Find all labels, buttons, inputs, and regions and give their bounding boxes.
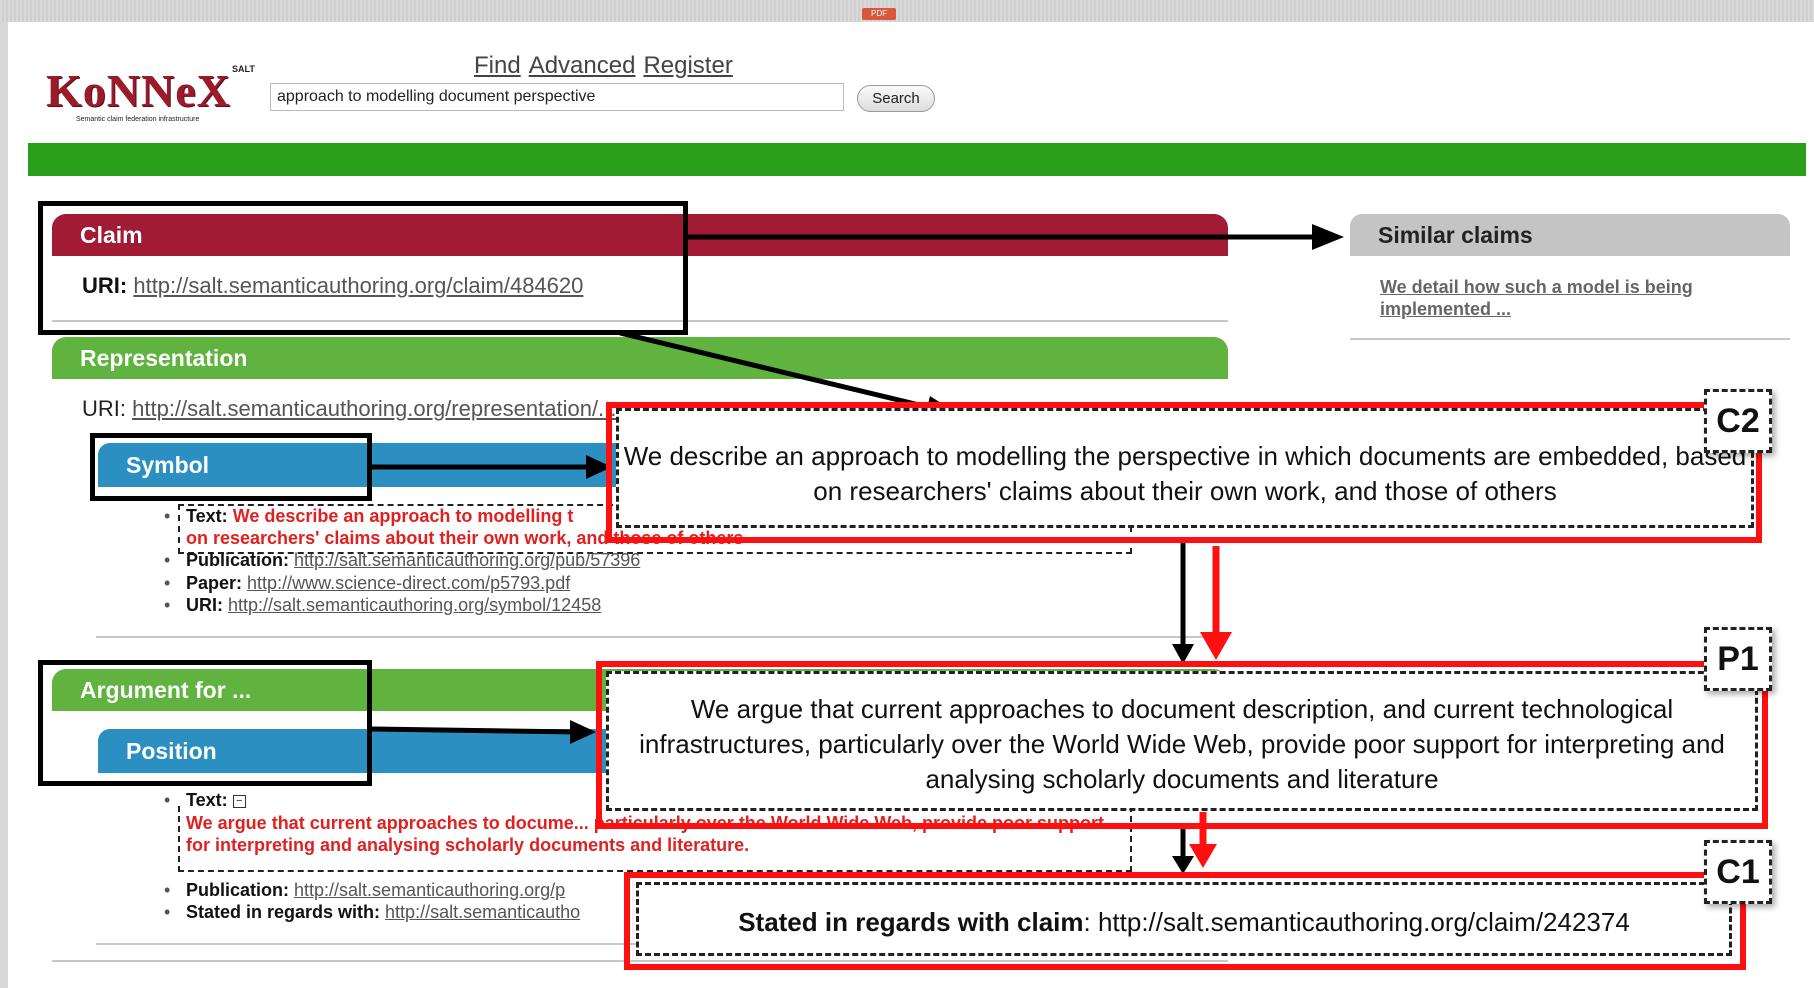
- c1-tag: C1: [1704, 840, 1772, 904]
- symbol-paper-label: Paper:: [186, 573, 243, 593]
- symbol-text-label: Text:: [186, 506, 228, 526]
- symbol-publication-label: Publication:: [186, 550, 289, 570]
- position-stated-label: Stated in regards with:: [186, 902, 381, 922]
- bullet-icon: •: [164, 880, 171, 900]
- symbol-uri-row: • URI: http://salt.semanticauthoring.org…: [164, 595, 601, 616]
- position-publication-label: Publication:: [186, 880, 289, 900]
- symbol-uri-label: URI:: [186, 595, 223, 615]
- position-stated-row: • Stated in regards with: http://salt.se…: [164, 902, 580, 923]
- symbol-publication-link[interactable]: http://salt.semanticauthoring.org/pub/57…: [294, 550, 640, 570]
- claim-annotation-box: [38, 201, 688, 335]
- p1-tag: P1: [1704, 627, 1772, 691]
- position-stated-link[interactable]: http://salt.semanticautho: [385, 902, 580, 922]
- divider: [1350, 338, 1790, 340]
- logo-tagline: Semantic claim federation infrastructure: [76, 116, 200, 123]
- symbol-paper-link[interactable]: http://www.science-direct.com/p5793.pdf: [247, 573, 570, 593]
- position-text-row: • Text: −: [164, 790, 246, 811]
- header-divider-bar: [28, 143, 1806, 176]
- divider: [96, 636, 1226, 638]
- logo-superscript: SALT: [232, 64, 255, 74]
- symbol-annotation-box: [90, 433, 372, 501]
- bullet-icon: •: [164, 550, 171, 570]
- c2-highlight-frame: [606, 402, 1762, 543]
- nav-advanced-link[interactable]: Advanced: [529, 52, 636, 79]
- bullet-icon: •: [164, 902, 171, 922]
- logo-wordmark: KoNNeX: [46, 65, 231, 116]
- minus-box-icon[interactable]: −: [232, 794, 246, 808]
- nav-register-link[interactable]: Register: [643, 52, 732, 79]
- bullet-icon: •: [164, 506, 171, 526]
- c1-highlight-frame: [624, 872, 1746, 970]
- top-nav: Find Advanced Register: [474, 52, 741, 80]
- browser-toolbar: [0, 0, 1814, 22]
- representation-uri-row: URI: http://salt.semanticauthoring.org/r…: [82, 396, 616, 422]
- position-publication-link[interactable]: http://salt.semanticauthoring.org/p: [294, 880, 565, 900]
- claim-to-similar-arrowhead: [1312, 224, 1344, 250]
- window-edge: [0, 22, 8, 988]
- pdf-icon[interactable]: PDF: [862, 8, 896, 20]
- bullet-icon: •: [164, 595, 171, 615]
- symbol-publication-row: • Publication: http://salt.semanticautho…: [164, 550, 640, 571]
- position-text-label: Text:: [186, 790, 228, 810]
- c2-tag: C2: [1704, 389, 1772, 453]
- konnex-logo[interactable]: KoNNeX SALT Semantic claim federation in…: [46, 64, 266, 130]
- nav-find-link[interactable]: Find: [474, 52, 521, 79]
- search-input[interactable]: [270, 83, 844, 111]
- representation-uri-label: URI:: [82, 396, 126, 421]
- argument-annotation-box: [38, 660, 372, 786]
- symbol-text-value: We describe an approach to modelling t: [232, 506, 574, 526]
- symbol-paper-row: • Paper: http://www.science-direct.com/p…: [164, 573, 570, 594]
- representation-header[interactable]: Representation: [52, 337, 1228, 379]
- similar-claims-header[interactable]: Similar claims: [1350, 214, 1790, 256]
- symbol-uri-link[interactable]: http://salt.semanticauthoring.org/symbol…: [228, 595, 601, 615]
- bullet-icon: •: [164, 573, 171, 593]
- search-button[interactable]: Search: [857, 85, 935, 112]
- position-publication-row: • Publication: http://salt.semanticautho…: [164, 880, 565, 901]
- similar-claim-link[interactable]: We detail how such a model is being impl…: [1380, 276, 1760, 320]
- p1-highlight-frame: [596, 661, 1768, 829]
- bullet-icon: •: [164, 790, 171, 810]
- p1-to-c1-red-arrowhead: [1189, 844, 1217, 868]
- representation-uri-link[interactable]: http://salt.semanticauthoring.org/repres…: [132, 396, 616, 421]
